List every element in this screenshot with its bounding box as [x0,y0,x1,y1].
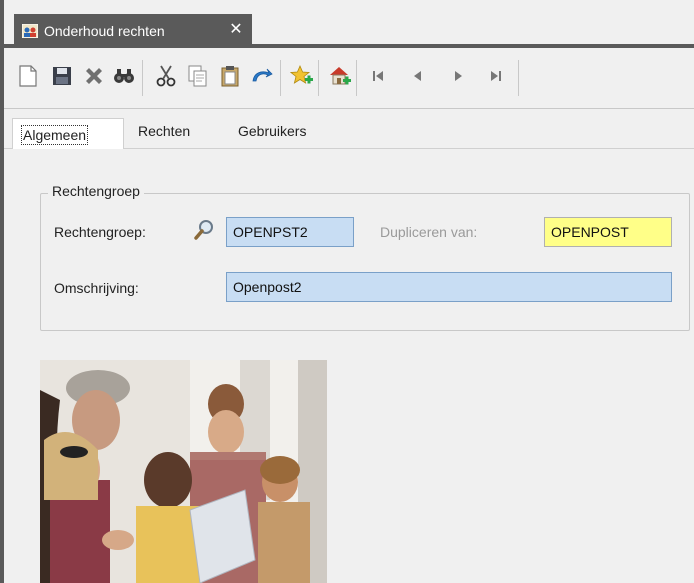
close-icon[interactable]: ✕ [228,22,244,38]
rechtengroep-field[interactable]: OPENPST2 [226,217,354,247]
toolbar-separator [318,60,319,96]
next-record-icon[interactable] [444,62,472,90]
delete-icon[interactable] [80,62,108,90]
omschrijving-label: Omschrijving: [54,280,139,296]
tab-algemeen[interactable]: Algemeen [12,118,124,149]
new-document-icon[interactable] [14,62,42,90]
toolbar-separator [518,60,519,96]
toolbar-separator [142,60,143,96]
paste-icon[interactable] [216,62,244,90]
rechtengroep-label: Rechtengroep: [54,224,146,240]
document-tab[interactable]: Onderhoud rechten ✕ [14,14,252,48]
binoculars-search-icon[interactable] [110,62,138,90]
team-photo [40,360,327,583]
tab-rechten-label: Rechten [138,123,191,139]
last-record-icon[interactable] [482,62,510,90]
tab-strip: Algemeen Rechten Gebruikers [4,109,694,149]
refresh-icon[interactable] [248,62,276,90]
rechtengroep-groupbox [40,193,690,331]
cut-icon[interactable] [152,62,180,90]
toolbar [4,48,694,109]
tab-gebruikers-label: Gebruikers [238,123,307,139]
tab-rechten[interactable]: Rechten [138,123,190,139]
app-icon [21,23,39,39]
favorite-add-icon[interactable] [288,62,316,90]
dupliceren-van-field[interactable]: OPENPOST [544,217,672,247]
tab-gebruikers[interactable]: Gebruikers [238,123,306,139]
previous-record-icon[interactable] [404,62,432,90]
home-add-icon[interactable] [326,62,354,90]
magnifier-lookup-icon[interactable] [194,219,214,241]
copy-icon[interactable] [184,62,212,90]
toolbar-separator [356,60,357,96]
document-tab-title: Onderhoud rechten [44,23,165,39]
groupbox-legend: Rechtengroep [48,183,144,199]
tab-algemeen-label: Algemeen [20,125,89,145]
dupliceren-van-label: Dupliceren van: [380,224,478,240]
save-icon[interactable] [48,62,76,90]
first-record-icon[interactable] [364,62,392,90]
omschrijving-field[interactable]: Openpost2 [226,272,672,302]
toolbar-separator [280,60,281,96]
